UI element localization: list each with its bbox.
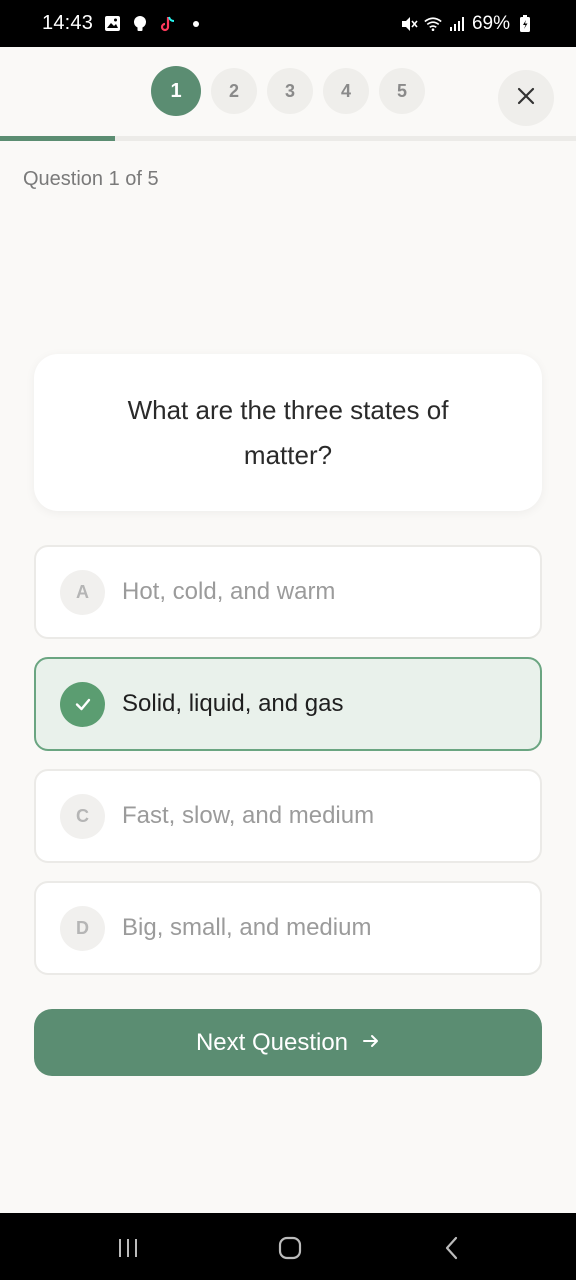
status-bar: 14:43 69% <box>0 0 576 47</box>
battery-icon <box>516 14 534 33</box>
wifi-icon <box>424 15 442 33</box>
option-letter-a: A <box>60 569 105 615</box>
option-letter-d: D <box>60 905 105 951</box>
step-5[interactable]: 5 <box>379 68 425 114</box>
progress-bar <box>0 136 576 141</box>
step-indicator: 1 2 3 4 5 <box>151 66 425 116</box>
question-card: What are the three states of matter? <box>34 354 542 511</box>
question-counter: Question 1 of 5 <box>23 168 159 190</box>
status-time: 14:43 <box>42 12 94 34</box>
arrow-right-icon <box>362 1029 380 1057</box>
option-text: Solid, liquid, and gas <box>122 690 344 717</box>
option-d[interactable]: D Big, small, and medium <box>34 881 542 975</box>
option-text: Hot, cold, and warm <box>122 578 336 605</box>
next-question-label: Next Question <box>195 1028 349 1056</box>
tiktok-icon <box>159 15 177 33</box>
signal-icon <box>448 15 466 33</box>
close-button[interactable] <box>498 70 554 126</box>
home-icon <box>278 1236 302 1260</box>
battery-level: 69% <box>471 12 510 34</box>
next-question-button[interactable]: Next Question <box>34 1009 542 1076</box>
dot-icon <box>187 15 205 33</box>
home-button[interactable] <box>275 1233 305 1263</box>
image-icon <box>103 15 121 33</box>
progress-fill <box>0 136 116 141</box>
close-icon <box>516 86 536 111</box>
step-2[interactable]: 2 <box>211 68 257 114</box>
step-4[interactable]: 4 <box>323 68 369 114</box>
option-a[interactable]: A Hot, cold, and warm <box>34 545 542 639</box>
option-text: Big, small, and medium <box>122 914 372 941</box>
option-letter-c: C <box>60 793 105 839</box>
question-text: What are the three states of matter? <box>127 394 449 470</box>
option-text: Fast, slow, and medium <box>122 802 375 829</box>
recent-apps-button[interactable] <box>113 1233 143 1263</box>
recent-apps-icon <box>119 1239 137 1257</box>
back-icon <box>445 1236 458 1260</box>
option-b[interactable]: Solid, liquid, and gas <box>34 657 542 751</box>
bulb-icon <box>131 15 149 33</box>
check-icon <box>60 681 105 727</box>
option-c[interactable]: C Fast, slow, and medium <box>34 769 542 863</box>
quiz-header: 1 2 3 4 5 <box>0 47 576 139</box>
step-1[interactable]: 1 <box>151 66 201 116</box>
step-3[interactable]: 3 <box>267 68 313 114</box>
mute-icon <box>400 15 418 33</box>
back-button[interactable] <box>437 1233 467 1263</box>
navigation-bar <box>0 1213 576 1280</box>
